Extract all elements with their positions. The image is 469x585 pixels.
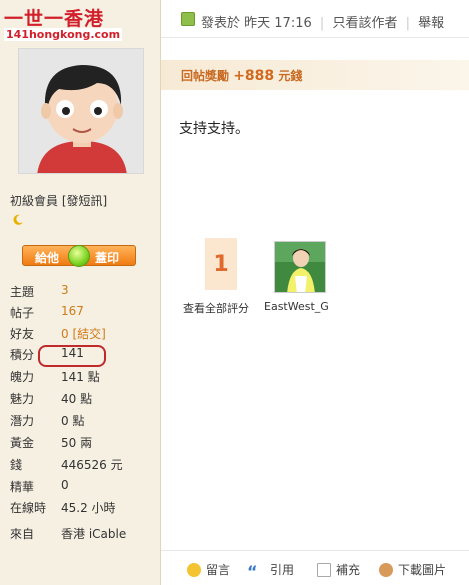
stat-value-link[interactable]: 167 [61,304,84,318]
reward-text: 回帖獎勵 +888 元錢 [181,67,302,84]
stat-value: 45.2 小時 [61,501,116,515]
rating-count-box[interactable]: 1 [205,238,237,290]
rater-name-link[interactable]: EastWest_G [264,300,329,313]
reward-label: 回帖獎勵 [181,69,230,83]
stat-key: 潛力 [10,414,35,428]
user-group-label: 初級會員 [10,194,59,208]
stat-value-link[interactable]: 3 [61,283,69,297]
logo-title: 一世一香港 [4,8,105,30]
rater-avatar-image [275,242,325,292]
post-header: 發表於 昨天 17:16 | 只看該作者 | 舉報 [161,0,469,38]
user-group: 初級會員 [發短訊] [10,192,107,209]
stat-value: 0 [結交] [61,325,106,342]
separator: | [319,16,325,31]
posted-label: 發表於 [201,16,241,31]
user-sidebar: 一世一香港 141hongkong.com 初級會員 [發短訊] 給他 蓋印 主… [0,0,161,585]
supplement-action[interactable]: 補充 [317,561,360,578]
stat-key: 魅力 [10,392,35,406]
avatar-image [19,49,143,173]
post-status-icon [181,12,195,26]
stat-key: 精華 [10,480,35,494]
speech-bubble-icon [187,563,201,577]
stat-value: 446526 元 [61,458,123,472]
posted-time: 昨天 17:16 [244,16,312,31]
download-label: 下載圖片 [398,563,447,577]
stat-key: 帖子 [10,306,35,320]
reward-value: +888 [233,68,275,84]
supplement-label: 補充 [336,563,361,577]
stat-key: 黃金 [10,436,35,450]
stat-value: 0 [61,478,69,492]
report-link[interactable]: 舉報 [418,16,444,31]
quote-icon: “ [247,562,258,581]
stat-key: 好友 [10,327,35,341]
reply-reward-banner: 回帖獎勵 +888 元錢 [161,60,469,90]
site-logo[interactable]: 一世一香港 141hongkong.com [2,4,123,44]
post-page: 一世一香港 141hongkong.com 初級會員 [發短訊] 給他 蓋印 主… [0,0,469,585]
stat-value: 141 點 [61,370,100,384]
moon-icon [13,214,23,225]
give-label: 給他 [35,251,60,265]
stat-key: 魄力 [10,370,35,384]
stat-value: 0 點 [61,414,85,428]
stamp-label: 蓋印 [95,251,120,265]
send-message-link[interactable]: [發短訊] [62,194,107,208]
add-friend-link[interactable]: [結交] [72,327,105,341]
post-meta: 發表於 昨天 17:16 | 只看該作者 | 舉報 [201,12,444,31]
note-add-icon [317,563,331,577]
post-main: 發表於 昨天 17:16 | 只看該作者 | 舉報 回帖獎勵 +888 元錢 支… [161,0,469,585]
avatar[interactable] [18,48,144,174]
quote-label: 引用 [270,563,295,577]
reply-label: 留言 [206,563,231,577]
points-highlight-circle [38,345,106,367]
stat-key: 來自 [10,527,35,541]
stat-value: 40 點 [61,392,93,406]
stat-key: 錢 [10,458,23,472]
download-image-icon [379,563,393,577]
stat-key: 主題 [10,285,35,299]
post-actions-bar: 留言 “ 引用 補充 下載圖片 [161,550,469,585]
stat-value: 50 兩 [61,436,93,450]
quote-action[interactable]: “ 引用 [247,561,295,581]
rater-avatar[interactable] [274,241,326,293]
view-all-ratings-link[interactable]: 查看全部評分 [183,300,249,316]
reward-unit: 元錢 [278,69,303,83]
stat-key: 在線時 [10,501,47,515]
download-action[interactable]: 下載圖片 [379,561,446,578]
rating-count: 1 [213,252,229,277]
reply-action[interactable]: 留言 [187,561,230,578]
stamp-ball-icon [68,245,90,267]
give-stamp-button[interactable]: 給他 蓋印 [22,245,136,267]
separator: | [405,16,410,31]
friends-count-link[interactable]: 0 [61,327,69,341]
stat-value: 香港 iCable [61,527,127,541]
post-content: 支持支持。 [179,121,249,137]
logo-url: 141hongkong.com [4,28,123,41]
only-author-link[interactable]: 只看該作者 [332,16,397,31]
